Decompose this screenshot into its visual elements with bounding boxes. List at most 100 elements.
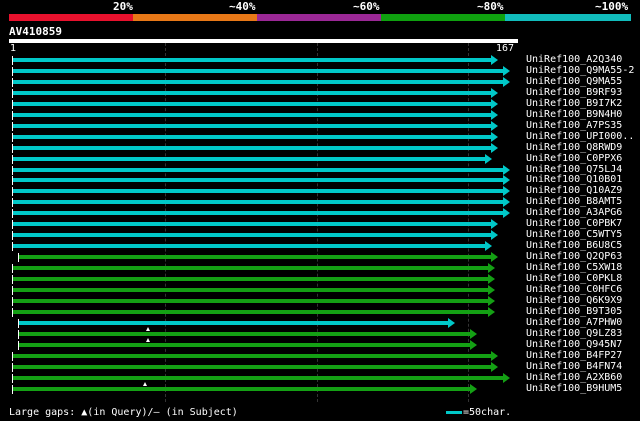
hit-bar[interactable] <box>13 222 492 226</box>
hit-label[interactable]: UniRef100_UPI000.. <box>526 131 634 142</box>
hit-arrow-icon <box>491 55 498 65</box>
hit-label[interactable]: UniRef100_Q945N7 <box>526 339 622 350</box>
hit-label[interactable]: UniRef100_B9HUM5 <box>526 383 622 394</box>
hit-bar[interactable] <box>13 91 492 95</box>
hit-label[interactable]: UniRef100_B8AMT5 <box>526 196 622 207</box>
hit-bar[interactable] <box>13 178 504 182</box>
hit-bar[interactable] <box>13 102 492 106</box>
hit-label[interactable]: UniRef100_C0HFC6 <box>526 284 622 295</box>
hit-label[interactable]: UniRef100_C0PKL8 <box>526 273 622 284</box>
hit-bar[interactable] <box>19 332 471 336</box>
hit-bar[interactable] <box>13 157 486 161</box>
hit-label[interactable]: UniRef100_Q9MA55 <box>526 76 622 87</box>
hit-label[interactable]: UniRef100_B9N4H0 <box>526 109 622 120</box>
hit-label[interactable]: UniRef100_Q6K9X9 <box>526 295 622 306</box>
gaps-label: Large gaps: <box>9 407 76 418</box>
hit-arrow-icon <box>485 241 492 251</box>
hit-bar[interactable] <box>13 365 492 369</box>
scale-band-red <box>9 14 133 21</box>
hit-arrow-icon <box>503 197 510 207</box>
hit-bar[interactable] <box>13 376 504 380</box>
hit-label[interactable]: UniRef100_B4FP27 <box>526 350 622 361</box>
hit-label[interactable]: UniRef100_A2Q340 <box>526 54 622 65</box>
hit-arrow-icon <box>470 340 477 350</box>
hit-label[interactable]: UniRef100_C5WTY5 <box>526 229 622 240</box>
hit-bar[interactable] <box>13 310 489 314</box>
hit-label[interactable]: UniRef100_B9I7K2 <box>526 98 622 109</box>
hit-arrow-icon <box>488 296 495 306</box>
hit-bar[interactable] <box>13 80 504 84</box>
hit-bar[interactable] <box>13 124 492 128</box>
hit-label[interactable]: UniRef100_B6U8C5 <box>526 240 622 251</box>
hit-label[interactable]: UniRef100_Q9MA55-2 <box>526 65 634 76</box>
hit-bar[interactable] <box>19 255 492 259</box>
hit-label[interactable]: UniRef100_A7PHW0 <box>526 317 622 328</box>
hit-arrow-icon <box>503 175 510 185</box>
hit-arrow-icon <box>491 132 498 142</box>
hit-label[interactable]: UniRef100_A2XB60 <box>526 372 622 383</box>
hit-bar[interactable] <box>13 189 504 193</box>
query-start-label: 1 <box>10 43 17 54</box>
length-scale-legend: =50char. <box>446 407 511 419</box>
hit-bar[interactable] <box>13 387 471 391</box>
gaps-query-label: (in Query)/ <box>87 407 154 418</box>
hit-label[interactable]: UniRef100_Q10AZ9 <box>526 185 622 196</box>
hit-arrow-icon <box>503 165 510 175</box>
hit-label[interactable]: UniRef100_B9T305 <box>526 306 622 317</box>
scale-band-green <box>381 14 505 21</box>
length-scale-swatch-icon <box>446 410 462 414</box>
scale-label-100: ~100% <box>595 0 629 13</box>
hit-arrow-icon <box>503 373 510 383</box>
scale-band-orange <box>133 14 257 21</box>
hit-label[interactable]: UniRef100_Q8RWD9 <box>526 142 622 153</box>
hit-bar[interactable] <box>13 299 489 303</box>
hit-bar[interactable] <box>19 343 471 347</box>
hit-bar[interactable] <box>19 321 449 325</box>
hit-label[interactable]: UniRef100_B9RF93 <box>526 87 622 98</box>
gap-marker-icon <box>146 327 150 331</box>
hit-bar[interactable] <box>13 146 492 150</box>
hit-arrow-icon <box>488 263 495 273</box>
hit-arrow-icon <box>491 219 498 229</box>
hit-label[interactable]: UniRef100_C5XW18 <box>526 262 622 273</box>
hit-arrow-icon <box>491 121 498 131</box>
hit-bar[interactable] <box>13 69 504 73</box>
hit-bar[interactable] <box>13 233 492 237</box>
hit-label[interactable]: UniRef100_B4FN74 <box>526 361 622 372</box>
hit-bar[interactable] <box>13 58 492 62</box>
scale-band-purple <box>257 14 381 21</box>
hit-arrow-icon <box>503 66 510 76</box>
hit-bar[interactable] <box>13 354 492 358</box>
hit-label[interactable]: UniRef100_A7PS35 <box>526 120 622 131</box>
hit-arrow-icon <box>503 77 510 87</box>
hit-arrow-icon <box>488 285 495 295</box>
hit-bar[interactable] <box>13 277 489 281</box>
hit-label[interactable]: UniRef100_C0PPX6 <box>526 153 622 164</box>
scale-label-60: ~60% <box>353 0 380 13</box>
hit-label[interactable]: UniRef100_C0PBK7 <box>526 218 622 229</box>
hit-arrow-icon <box>491 143 498 153</box>
hit-label[interactable]: UniRef100_Q2QP63 <box>526 251 622 262</box>
hit-bar[interactable] <box>13 211 504 215</box>
hit-label[interactable]: UniRef100_Q10B01 <box>526 174 622 185</box>
hit-arrow-icon <box>491 99 498 109</box>
hit-bar[interactable] <box>13 200 504 204</box>
hit-bar[interactable] <box>13 288 489 292</box>
hit-bar[interactable] <box>13 168 504 172</box>
hit-label[interactable]: UniRef100_A3APG6 <box>526 207 622 218</box>
hit-arrow-icon <box>491 252 498 262</box>
hit-arrow-icon <box>485 154 492 164</box>
scale-label-20: 20% <box>113 0 133 13</box>
length-scale-text: =50char. <box>463 407 512 418</box>
hit-arrow-icon <box>448 318 455 328</box>
hit-bar[interactable] <box>13 113 492 117</box>
hit-bar[interactable] <box>13 266 489 270</box>
hit-bar[interactable] <box>13 135 492 139</box>
scale-label-80: ~80% <box>477 0 504 13</box>
hit-arrow-icon <box>503 186 510 196</box>
hit-label[interactable]: UniRef100_Q9LZ83 <box>526 328 622 339</box>
hit-bar[interactable] <box>13 244 486 248</box>
gap-marker-icon <box>146 338 150 342</box>
gaps-legend: Large gaps: ▲(in Query)/– (in Subject) <box>9 407 238 419</box>
hit-arrow-icon <box>491 110 498 120</box>
